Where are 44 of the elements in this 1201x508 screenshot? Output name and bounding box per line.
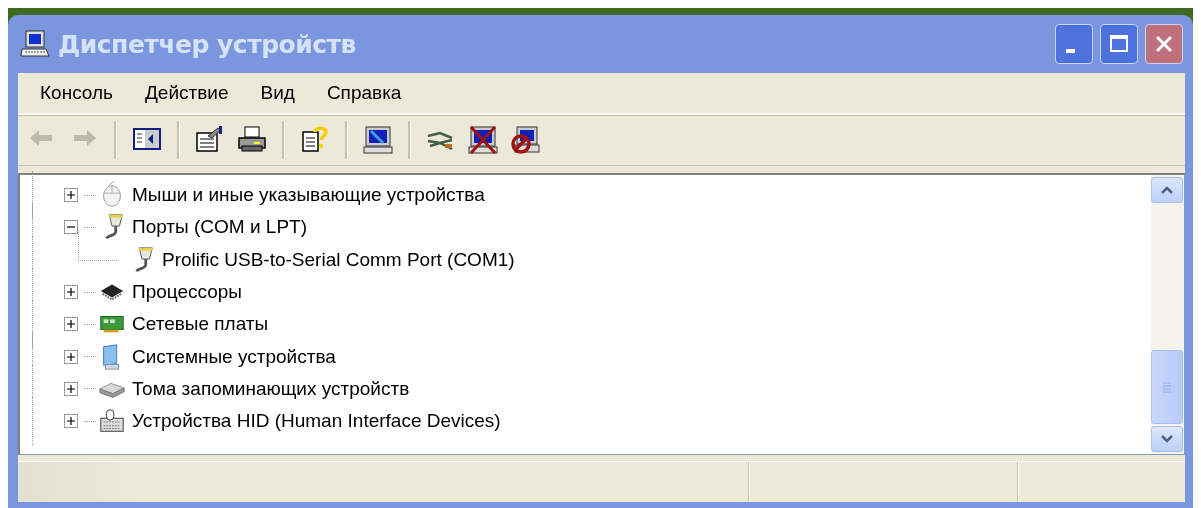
expand-toggle[interactable] — [64, 349, 78, 364]
window-title: Диспетчер устройств — [58, 29, 357, 59]
menu-item[interactable]: Справка — [310, 78, 418, 108]
plus-icon — [66, 287, 76, 298]
plus-icon — [66, 190, 76, 201]
scroll-thumb[interactable] — [1151, 350, 1183, 424]
expand-toggle[interactable] — [64, 317, 78, 332]
monitor-prohibited-icon[interactable] — [509, 124, 541, 156]
collapse-toggle[interactable] — [64, 220, 78, 235]
tree-item[interactable]: Системные устройства — [132, 345, 336, 368]
tree-item[interactable]: Мыши и иные указывающие устройства — [132, 184, 485, 207]
plus-icon — [66, 351, 76, 362]
minimize-button[interactable] — [1055, 24, 1093, 64]
scroll-up-button[interactable] — [1151, 177, 1183, 203]
maximize-icon — [1108, 33, 1130, 55]
scrollbar[interactable] — [1151, 175, 1184, 454]
menu-item[interactable]: Консоль — [24, 78, 129, 108]
close-button[interactable] — [1145, 24, 1183, 64]
grip-icon — [1162, 381, 1172, 393]
scroll-down-button[interactable] — [1151, 426, 1183, 452]
tree-item[interactable]: Тома запоминающих устройств — [132, 377, 410, 400]
down-caret-icon — [1160, 434, 1174, 444]
tree-item[interactable]: Сетевые платы — [132, 313, 269, 336]
minimize-icon — [1065, 49, 1075, 53]
up-caret-icon — [1160, 185, 1174, 195]
plus-icon — [66, 383, 76, 394]
plus-icon — [66, 319, 76, 330]
tree-item[interactable]: Устройства HID (Human Interface Devices) — [132, 410, 501, 433]
tree-item[interactable]: Prolific USB-to-Serial Comm Port (COM1) — [162, 248, 515, 271]
monitor-wrench-icon[interactable] — [362, 124, 394, 156]
expand-toggle[interactable] — [64, 414, 78, 429]
computer-icon — [20, 29, 50, 59]
monitor-cross-icon[interactable] — [467, 124, 499, 156]
menu-item[interactable]: Действие — [129, 78, 245, 108]
expand-toggle[interactable] — [64, 188, 78, 203]
expand-toggle[interactable] — [64, 285, 78, 300]
plus-icon — [66, 416, 76, 427]
menu-item[interactable]: Вид — [244, 78, 311, 108]
tree-item[interactable]: Процессоры — [132, 281, 243, 304]
close-icon — [1153, 33, 1175, 55]
maximize-button[interactable] — [1100, 24, 1138, 64]
tree-line — [78, 229, 117, 261]
tree-item[interactable]: Порты (COM и LPT) — [132, 216, 307, 239]
expand-toggle[interactable] — [64, 381, 78, 396]
